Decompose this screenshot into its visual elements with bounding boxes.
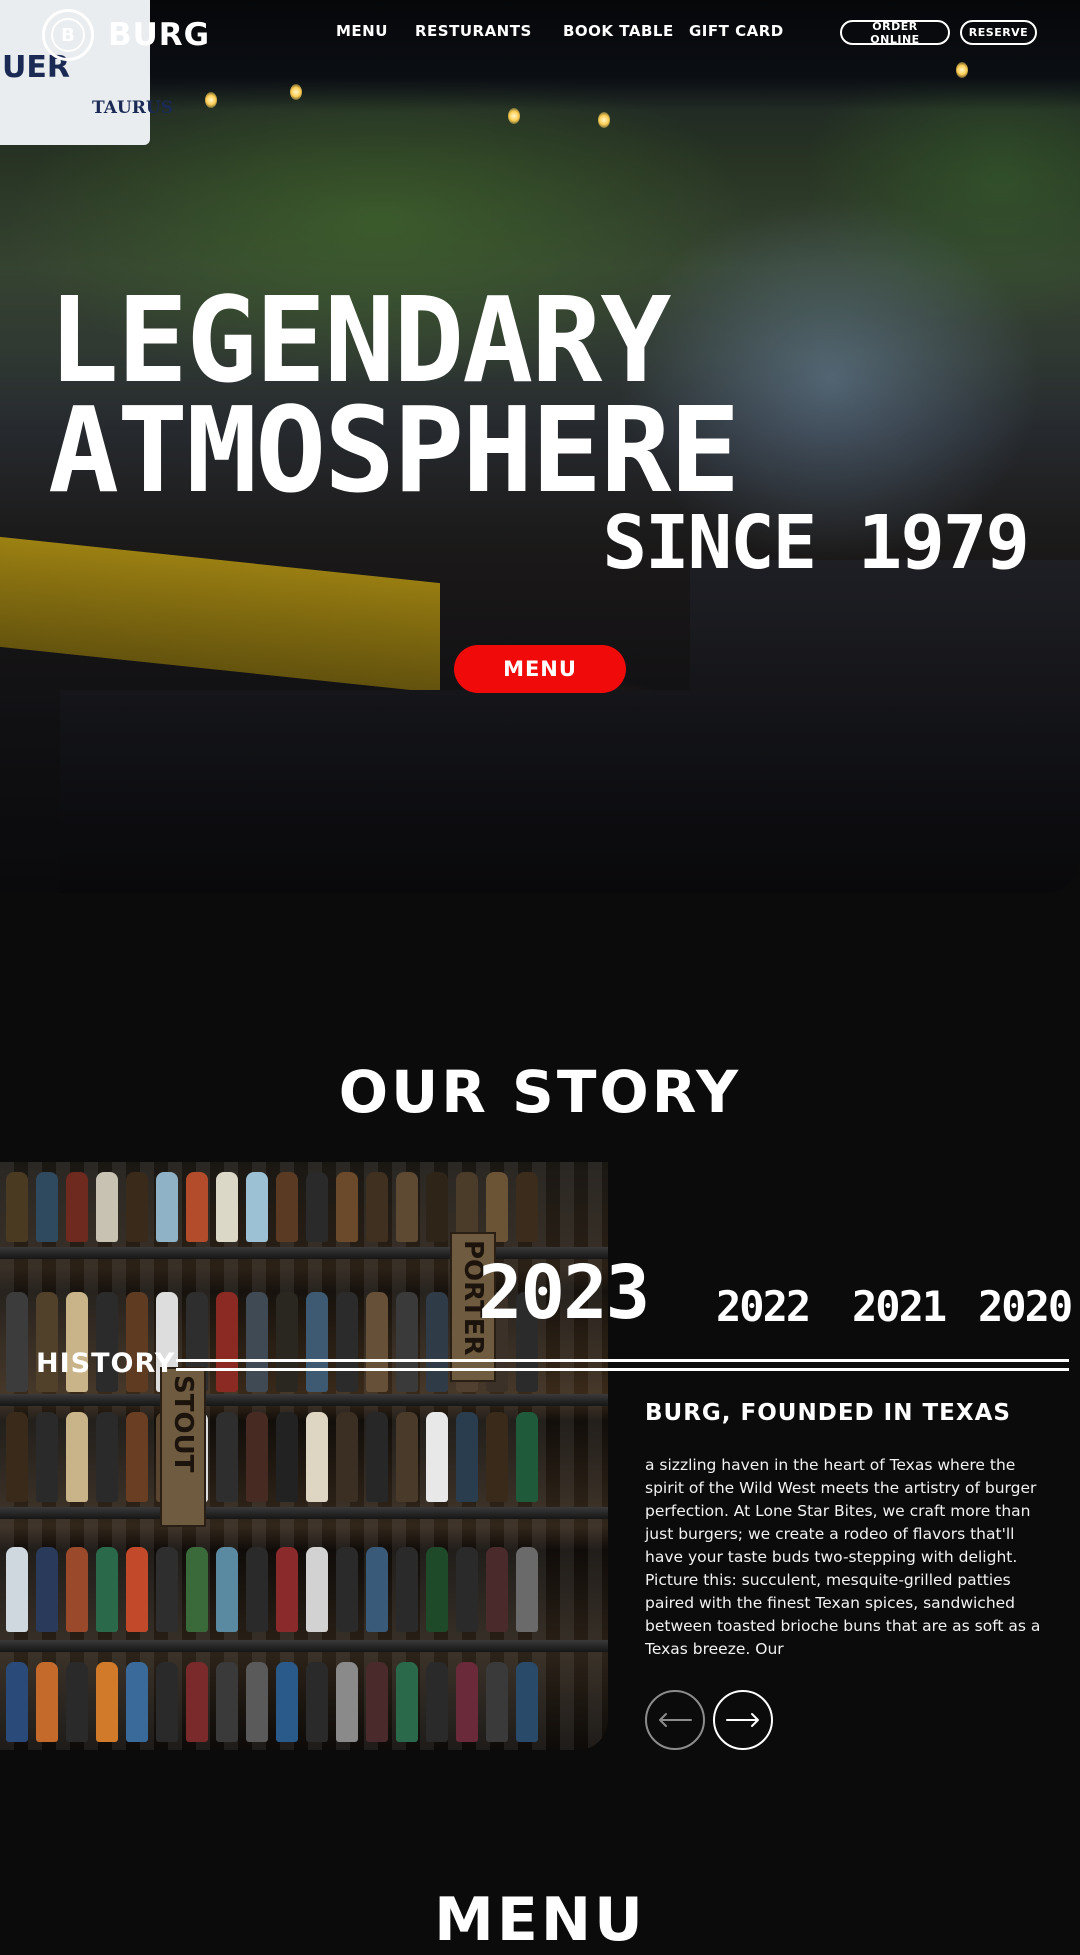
next-button[interactable] <box>713 1690 773 1750</box>
year-tab-2022[interactable]: 2022 <box>716 1282 811 1331</box>
prev-button[interactable] <box>645 1690 705 1750</box>
story-body: a sizzling haven in the heart of Texas w… <box>645 1456 1041 1658</box>
nav-link-gift-card[interactable]: GIFT CARD <box>689 22 784 40</box>
timeline-line <box>176 1368 1069 1371</box>
nav-link-restaurants[interactable]: RESTURANTS <box>415 22 532 40</box>
string-light <box>956 62 968 78</box>
hero-headline: LEGENDARY ATMOSPHERE <box>48 271 740 519</box>
string-light <box>205 92 217 108</box>
our-story-title: OUR STORY <box>338 1058 742 1127</box>
order-online-button[interactable]: ORDER ONLINE <box>840 20 950 46</box>
stout-sign: STOUT <box>160 1367 206 1527</box>
hero-menu-button[interactable]: MENU <box>454 645 626 693</box>
year-tab-2021[interactable]: 2021 <box>852 1282 947 1331</box>
string-light <box>508 108 520 124</box>
string-light <box>598 112 610 128</box>
brand-logo[interactable]: B BURG <box>42 9 210 61</box>
year-tab-2023[interactable]: 2023 <box>478 1250 650 1336</box>
year-tab-2020[interactable]: 2020 <box>978 1282 1073 1331</box>
story-heading: BURG, FOUNDED IN TEXAS <box>645 1400 1011 1426</box>
arrow-left-icon <box>659 1713 692 1727</box>
brand-name: BURG <box>108 17 211 53</box>
arrow-right-icon <box>726 1713 759 1727</box>
nav-link-menu[interactable]: MENU <box>336 22 388 40</box>
timeline-line <box>176 1359 1069 1362</box>
burg-logo-icon: B <box>42 9 94 61</box>
string-light <box>290 84 302 100</box>
hero-since: SINCE 1979 <box>602 500 1030 586</box>
hero-section: UER TAURUS B BURG MENU RESTURANTS BOOK T… <box>0 0 1080 893</box>
history-label: HISTORY <box>36 1348 176 1379</box>
nav-link-book-table[interactable]: BOOK TABLE <box>563 22 674 40</box>
reserve-button[interactable]: RESERVE <box>960 20 1037 45</box>
